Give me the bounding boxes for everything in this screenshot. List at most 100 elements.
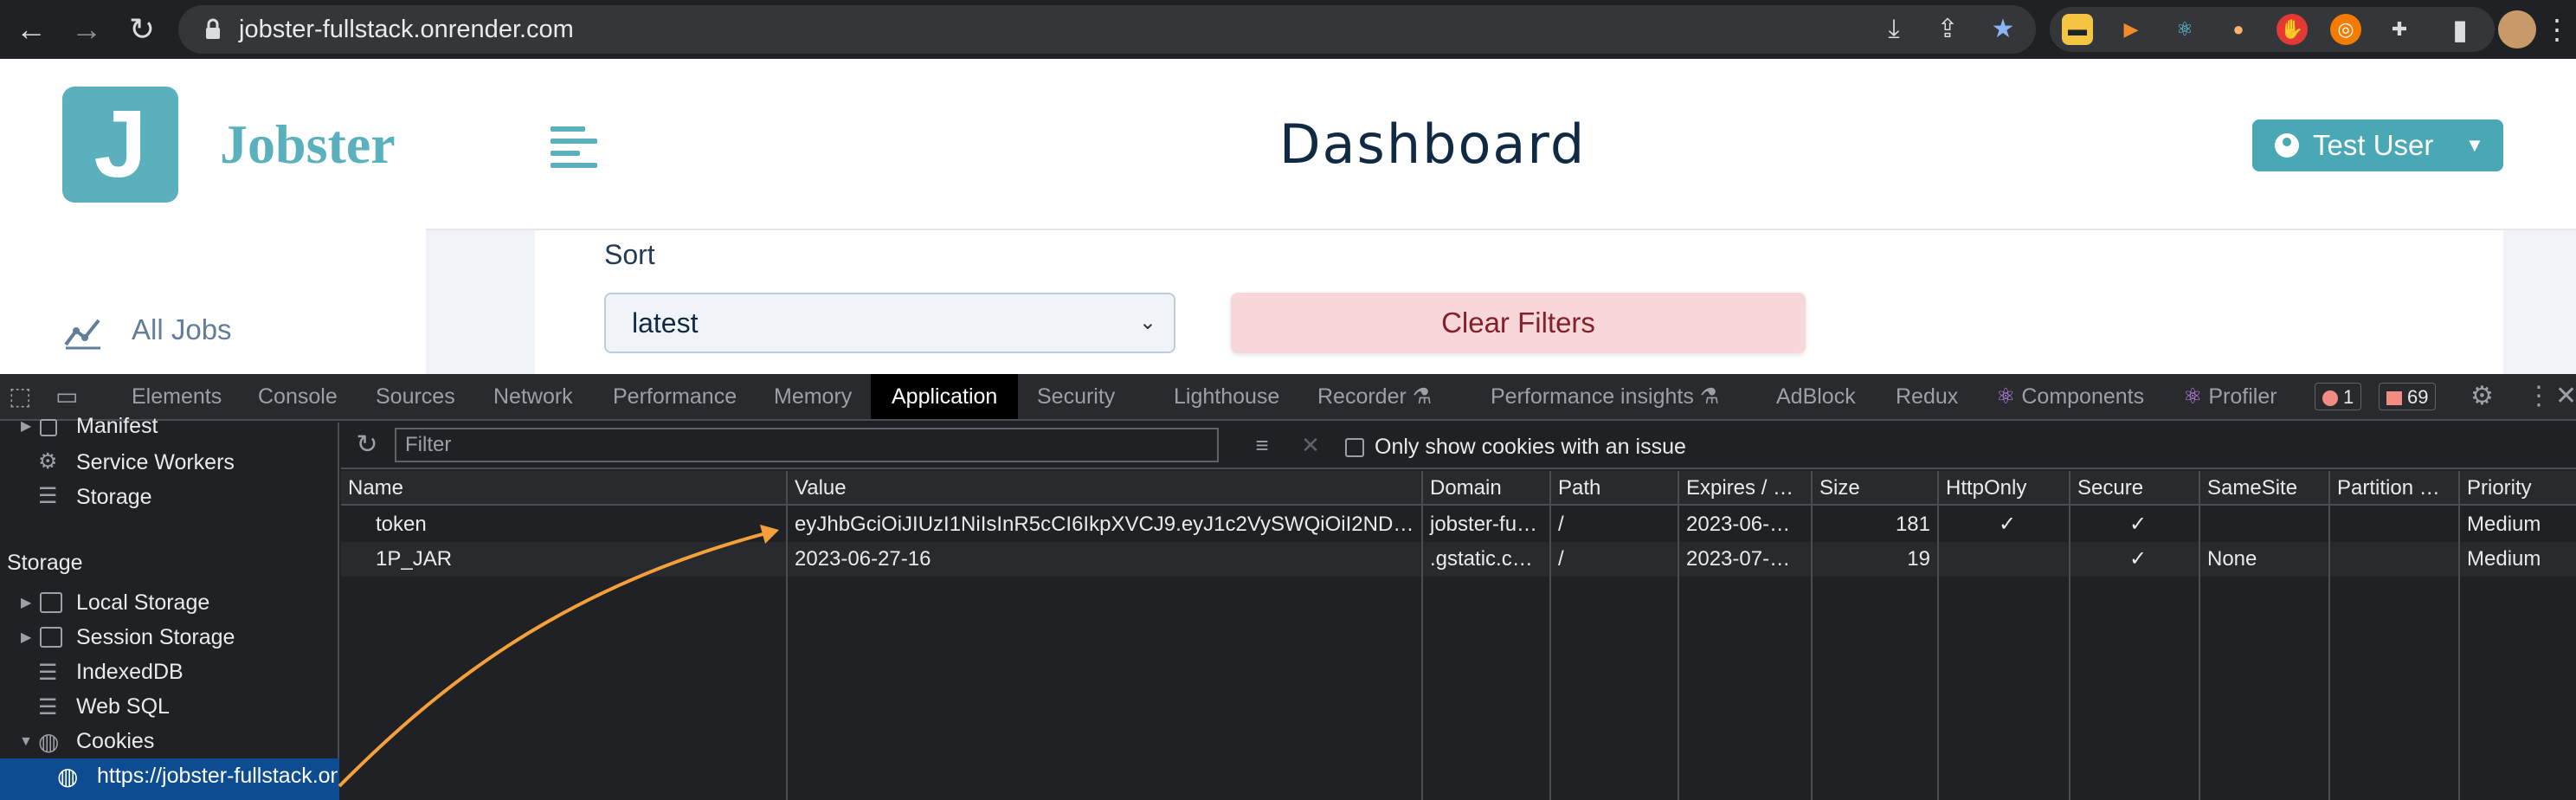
settings-gear-icon[interactable]: ⚙ [2470, 374, 2494, 419]
column-divider[interactable] [2328, 471, 2330, 800]
more-options-icon[interactable]: ⋮ [2526, 374, 2552, 419]
tab-profiler[interactable]: ⚛ Profiler [2183, 374, 2277, 419]
extensions-bar: ▬ ▶ ⚛ ● ✋ ◎ ✚ [2050, 7, 2495, 52]
sidebar-item-storage[interactable]: Storage [76, 485, 152, 510]
column-header-priority[interactable]: Priority [2460, 471, 2576, 506]
cell-priority: Medium [2467, 547, 2541, 571]
column-header-domain[interactable]: Domain [1423, 471, 1549, 506]
clear-filters-button[interactable]: Clear Filters [1231, 293, 1806, 353]
tab-lighthouse[interactable]: Lighthouse [1174, 374, 1279, 419]
column-header-path[interactable]: Path [1551, 471, 1678, 506]
column-header-name[interactable]: Name [341, 471, 786, 506]
tab-memory[interactable]: Memory [774, 374, 852, 419]
close-devtools-icon[interactable]: ✕ [2555, 374, 2576, 419]
forward-button[interactable]: → [66, 9, 107, 50]
share-icon[interactable]: ⇪ [1932, 14, 1963, 45]
user-name: Test User [2313, 129, 2434, 161]
sidebar-item-cookies[interactable]: Cookies [76, 729, 154, 754]
column-header-size[interactable]: Size [1813, 471, 1937, 506]
sidebar-item-websql[interactable]: Web SQL [76, 694, 170, 719]
cell-partition [2330, 542, 2458, 577]
device-toolbar-icon[interactable]: ▭ [55, 374, 78, 419]
cell-samesite [2200, 507, 2328, 542]
reload-button[interactable]: ↻ [121, 9, 163, 50]
back-button[interactable]: ← [10, 9, 52, 50]
tab-performance-insights[interactable]: Performance insights ⚗ [1491, 374, 1719, 419]
sidebar-item-label: All Jobs [132, 313, 232, 345]
tab-security[interactable]: Security [1037, 374, 1115, 419]
sort-value: latest [632, 307, 699, 339]
column-divider[interactable] [1421, 471, 1423, 800]
sort-label: Sort [604, 239, 655, 270]
manifest-file-icon [40, 419, 57, 436]
expand-arrow-icon[interactable]: ▶ [21, 594, 31, 611]
tab-console[interactable]: Console [258, 374, 338, 419]
clear-filtered-icon[interactable]: ≡ [1245, 428, 1279, 462]
tab-components[interactable]: ⚛ Components [1996, 374, 2144, 419]
side-panel-icon[interactable]: ▮ [2441, 10, 2479, 48]
issue-flag-icon [2386, 391, 2402, 405]
tab-performance-insights-label: Performance insights [1491, 384, 1694, 409]
column-divider[interactable] [1549, 471, 1551, 800]
tab-network[interactable]: Network [493, 374, 573, 419]
inspect-element-icon[interactable]: ⬚ [9, 374, 31, 419]
sidebar-item-manifest[interactable]: Manifest [76, 414, 158, 439]
tab-recorder[interactable]: Recorder ⚗ [1317, 374, 1432, 419]
cell-domain: .gstatic.c… [1430, 547, 1533, 571]
tab-performance[interactable]: Performance [613, 374, 737, 419]
react-icon: ⚛ [2183, 384, 2203, 409]
error-count-badge[interactable]: 1 [2315, 383, 2362, 410]
bookmark-star-icon[interactable]: ★ [1987, 14, 2019, 45]
extension-capsule-icon[interactable]: ● [2223, 14, 2254, 45]
warning-count-badge[interactable]: 69 [2379, 383, 2437, 410]
address-bar[interactable]: jobster-fullstack.onrender.com ⤓ ⇪ ★ [178, 5, 2036, 54]
sidebar-item-session-storage[interactable]: Session Storage [76, 625, 235, 650]
annotation-arrow [338, 525, 779, 788]
column-header-samesite[interactable]: SameSite [2200, 471, 2328, 506]
tab-adblock[interactable]: AdBlock [1776, 374, 1856, 419]
column-divider[interactable] [2069, 471, 2070, 800]
column-header-value[interactable]: Value [788, 471, 1421, 506]
extension-flag-icon[interactable]: ▶ [2116, 14, 2147, 45]
install-icon[interactable]: ⤓ [1878, 14, 1909, 45]
cookie-filter-input[interactable] [395, 428, 1219, 462]
column-header-httponly[interactable]: HttpOnly [1939, 471, 2069, 506]
column-header-partition[interactable]: Partition … [2330, 471, 2458, 506]
tab-redux[interactable]: Redux [1896, 374, 1958, 419]
checkbox-box[interactable] [1345, 438, 1364, 457]
column-divider[interactable] [2458, 471, 2460, 800]
column-divider[interactable] [1937, 471, 1939, 800]
user-menu-button[interactable]: Test User ▼ [2252, 119, 2503, 171]
cell-partition [2330, 507, 2458, 542]
delete-selected-icon[interactable]: ✕ [1293, 428, 1328, 462]
refresh-icon[interactable]: ↻ [350, 428, 384, 462]
extension-hand-icon[interactable]: ✋ [2277, 14, 2308, 45]
tab-application[interactable]: Application [871, 374, 1019, 419]
column-header-secure[interactable]: Secure [2070, 471, 2199, 506]
expand-arrow-icon[interactable]: ▶ [21, 629, 31, 646]
column-divider[interactable] [1811, 471, 1813, 800]
extension-react-icon[interactable]: ⚛ [2169, 14, 2200, 45]
tab-elements[interactable]: Elements [132, 374, 222, 419]
extensions-puzzle-icon[interactable]: ✚ [2384, 14, 2415, 45]
sidebar-item-cookie-origin[interactable]: https://jobster-fullstack.on [97, 764, 338, 789]
cell-httponly: ✓ [1998, 513, 2017, 536]
extension-lifebuoy-icon[interactable]: ◎ [2330, 14, 2361, 45]
profile-avatar[interactable] [2498, 10, 2536, 48]
sidebar-item-service-workers[interactable]: Service Workers [76, 450, 235, 475]
column-header-expires[interactable]: Expires / … [1679, 471, 1811, 506]
expand-arrow-icon[interactable]: ▶ [21, 417, 31, 435]
stats-chart-icon [64, 319, 100, 350]
column-divider[interactable] [2199, 471, 2200, 800]
sidebar-item-indexeddb[interactable]: IndexedDB [76, 660, 184, 685]
menu-toggle-icon[interactable] [551, 126, 597, 168]
tab-sources[interactable]: Sources [376, 374, 455, 419]
extension-notes-icon[interactable]: ▬ [2062, 14, 2093, 45]
column-divider[interactable] [1678, 471, 1679, 800]
only-issue-checkbox[interactable]: Only show cookies with an issue [1345, 435, 1686, 460]
collapse-arrow-icon[interactable]: ▼ [19, 734, 33, 750]
sidebar-item-local-storage[interactable]: Local Storage [76, 590, 209, 616]
sort-select[interactable]: latest ⌄ [604, 293, 1175, 353]
cell-value: eyJhbGciOiJIUzI1NiIsInR5cCI6IkpXVCJ9.eyJ… [795, 513, 1414, 536]
chrome-menu-icon[interactable]: ⋮ [2541, 10, 2573, 48]
